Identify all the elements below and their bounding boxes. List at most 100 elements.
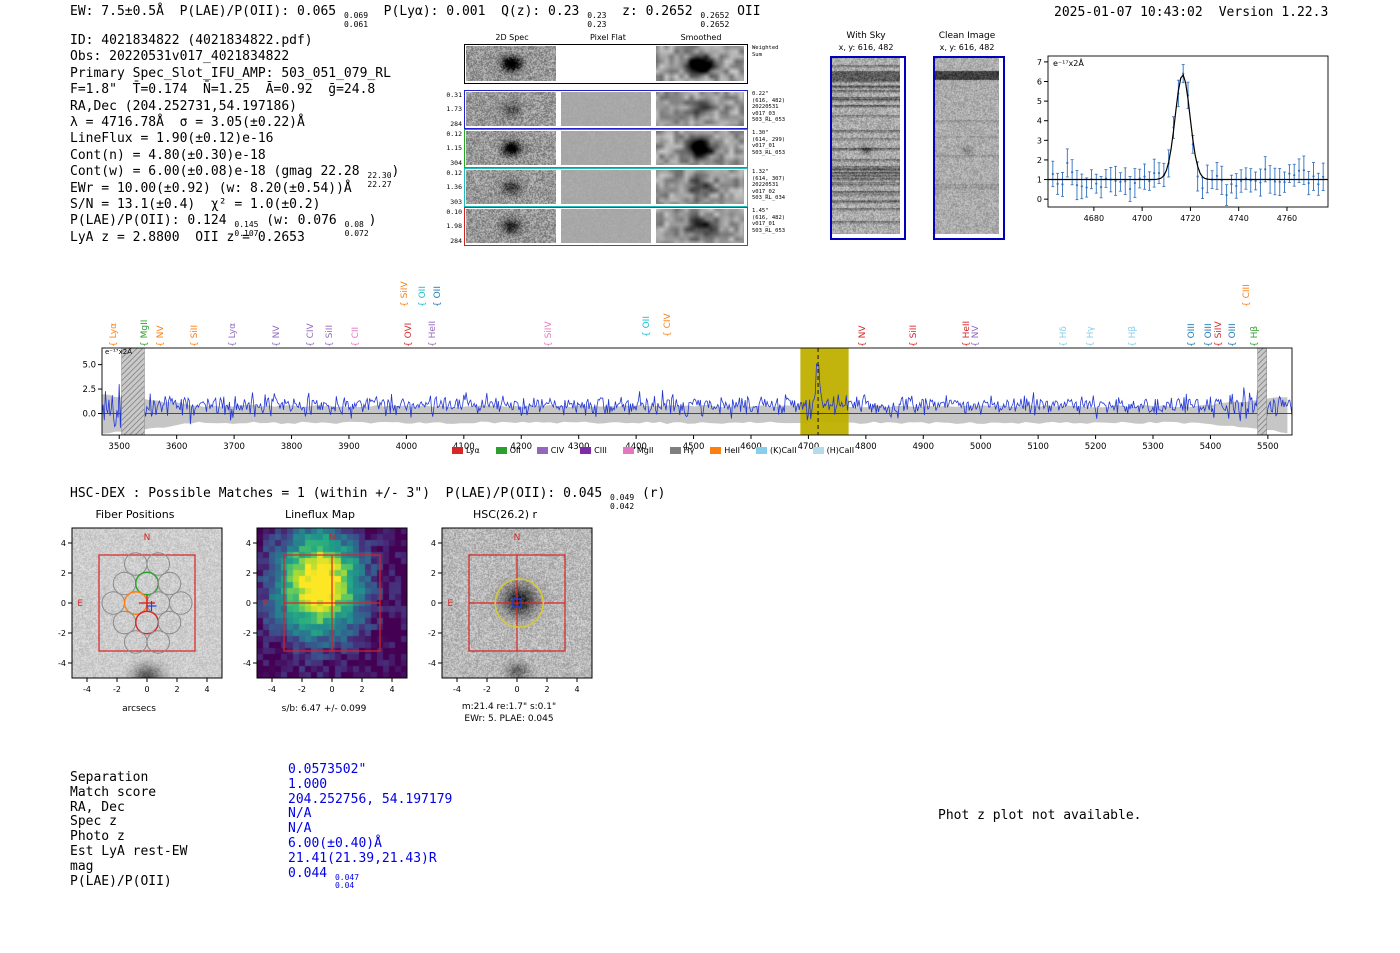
info-line: LineFlux = 1.90(±0.12)e-16 (70, 131, 274, 147)
flat-cutout (561, 131, 651, 165)
spectral-line-label: { Hγ (1086, 326, 1097, 347)
legend-item: CIV (536, 446, 565, 455)
svg-text:N: N (329, 533, 336, 543)
clean-image (935, 58, 999, 234)
spectral-line-label: { SiII (324, 324, 335, 347)
legend-label: (K)CaII (769, 446, 797, 455)
lineflux-map-title: Lineflux Map (284, 508, 356, 521)
match-field-label: Separation (70, 770, 149, 785)
stacked-uncertainty: 0.049 0.042 (610, 493, 635, 511)
legend-swatch-icon (812, 447, 824, 454)
svg-text:-2: -2 (243, 629, 251, 638)
spectral-line-label: { SiIV (544, 321, 554, 347)
svg-text:3900: 3900 (338, 442, 360, 452)
legend-item: Lyα (452, 446, 480, 455)
svg-text:0: 0 (61, 599, 66, 608)
cutout-row (464, 168, 748, 207)
match-field-value: 0.0573502" (288, 762, 367, 777)
catalog-match-table: Separation 0.0573502" Match score 1.000 RA, … (70, 762, 452, 891)
hsc-caption-2: EWr: 5. PLAE: 0.045 (464, 714, 554, 724)
svg-text:4: 4 (389, 685, 394, 694)
cutout-row-annotation: 1.30" (614, 299) v017_01 503_RL_053 (752, 130, 786, 156)
cutout-row-annotation: 1.45" (616, 482) v017_01 503_RL_053 (752, 208, 786, 234)
legend-label: CIV (550, 446, 565, 455)
cutout-col-header: 2D Spec (495, 33, 529, 42)
svg-text:4: 4 (61, 539, 66, 548)
legend-swatch-icon (622, 447, 634, 454)
svg-text:-4: -4 (58, 659, 66, 668)
line-fit-plot: 4680 4700 4720 4740 4760 0 1 2 3 4 5 6 7 e⁻¹⁷x2Å (1037, 55, 1329, 223)
svg-text:4760: 4760 (1277, 214, 1297, 223)
svg-text:4900: 4900 (912, 442, 934, 452)
svg-text:4740: 4740 (1229, 214, 1249, 223)
fiber-positions-panel: Fiber Positions -4 -4 -2 -2 0 0 2 2 4 4 N E arcsecs (40, 506, 230, 731)
legend-swatch-icon (755, 447, 767, 454)
svg-text:3500: 3500 (108, 442, 130, 452)
svg-text:5000: 5000 (970, 442, 992, 452)
hsc-cutout-title: HSC(26.2) r (472, 508, 538, 521)
spectral-line-label: { OII (641, 316, 652, 337)
spec2d-cutout (466, 92, 556, 126)
match-field-label: Est LyA rest-EW (70, 843, 188, 859)
legend-item: OII (495, 446, 521, 455)
spectral-line-label: { SiII (190, 324, 201, 347)
svg-text:e⁻¹⁷x2Å: e⁻¹⁷x2Å (105, 347, 132, 356)
info-line: EWr = 10.00(±0.92) (w: 8.20(±0.54))Å (70, 180, 352, 196)
legend-item: (K)CaII (755, 446, 797, 455)
fiber-positions-title: Fiber Positions (95, 508, 175, 521)
cutout-row-stats: 0.31 1.73 284 (446, 91, 462, 128)
legend-label: Hγ (683, 446, 695, 455)
legend-swatch-icon (669, 447, 681, 454)
svg-text:0.0: 0.0 (82, 409, 96, 419)
svg-text:E: E (77, 599, 83, 609)
legend-swatch-icon (536, 447, 548, 454)
match-field-value: 21.41(21.39,21.43)R (288, 850, 437, 866)
cutout-row-stats: 0.12 1.36 303 (446, 169, 462, 206)
smoothed-cutout (656, 92, 744, 126)
svg-text:-2: -2 (483, 685, 491, 694)
spec2d-cutout (466, 209, 556, 243)
svg-text:4000: 4000 (396, 442, 418, 452)
svg-text:-4: -4 (83, 685, 91, 694)
spec2d-cutout (466, 46, 556, 81)
svg-text:3800: 3800 (281, 442, 303, 452)
svg-text:-4: -4 (453, 685, 461, 694)
spectral-line-label: { OII (417, 286, 428, 307)
match-field-label: mag (70, 858, 94, 874)
match-table-row: P(LAE)/P(OII) 0.044 0.047 0.04 (70, 866, 452, 891)
svg-text:0: 0 (431, 599, 436, 608)
svg-text:4: 4 (431, 539, 436, 548)
spectrum-legend: Lyα OII CIV CIII MgII Hγ HeII (K)CaII (H)CaII (452, 446, 854, 455)
svg-text:0: 0 (329, 685, 334, 694)
spectral-line-label: { NV (971, 325, 982, 347)
cutout-row (464, 129, 748, 168)
fiber-xlabel: arcsecs (122, 704, 156, 714)
svg-text:3700: 3700 (223, 442, 245, 452)
info-line: Cont(w) = 6.00(±0.08)e-18 (gmag 22.28 22… (70, 164, 400, 189)
legend-item: HeII (710, 446, 740, 455)
legend-label: HeII (724, 446, 740, 455)
info-line: Cont(n) = 4.80(±0.30)e-18 (70, 147, 266, 163)
legend-label: OII (509, 446, 521, 455)
with-sky-image-frame (830, 56, 906, 240)
smoothed-cutout (656, 131, 744, 165)
hsc-cutout-axes: -4 -4 -2 -2 0 0 2 2 4 4 N E (428, 527, 593, 694)
svg-text:2: 2 (1037, 156, 1042, 165)
legend-item: (H)CaII (812, 446, 854, 455)
match-field-label: Photo z (70, 829, 125, 845)
svg-text:2.5: 2.5 (82, 385, 96, 395)
match-table-row: RA, Dec 204.252756, 54.197179 (70, 792, 452, 816)
spectral-line-label: { Lyα (228, 322, 239, 347)
spectral-line-label: { HeII (428, 320, 438, 347)
spectral-line-label: { SiIV (400, 281, 411, 307)
lineflux-map-axes: -4 -4 -2 -2 0 0 2 2 4 4 N E (243, 527, 408, 694)
svg-text:4: 4 (1037, 117, 1042, 126)
spectral-line-label: { CIV (306, 323, 317, 347)
cutout-row-stats: 0.12 1.15 304 (446, 130, 462, 167)
legend-swatch-icon (580, 447, 592, 454)
cutout-row (464, 44, 748, 84)
svg-text:4: 4 (204, 685, 209, 694)
stacked-uncertainty: 0.047 0.04 (334, 872, 360, 891)
summary-header: EW: 7.5±0.5Å P(LAE)/P(OII): 0.065 0.069 0… (70, 4, 761, 29)
svg-text:5: 5 (1037, 97, 1042, 106)
